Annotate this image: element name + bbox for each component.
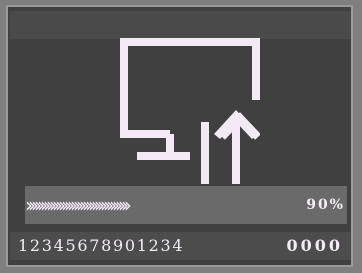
monitor-upload-icon bbox=[120, 38, 260, 184]
progress-percent: 90% bbox=[306, 197, 345, 213]
progress-fill: ›››››››››››››››››››››››››››››››››› bbox=[25, 193, 132, 217]
counter-readout: 0000 bbox=[286, 236, 343, 255]
top-status-bar bbox=[10, 11, 351, 39]
serial-number: 12345678901234 bbox=[18, 236, 185, 255]
footer-bar: 12345678901234 0000 bbox=[10, 232, 351, 260]
progress-bar: ›››››››››››››››››››››››››››››››››› 90% bbox=[25, 186, 347, 224]
